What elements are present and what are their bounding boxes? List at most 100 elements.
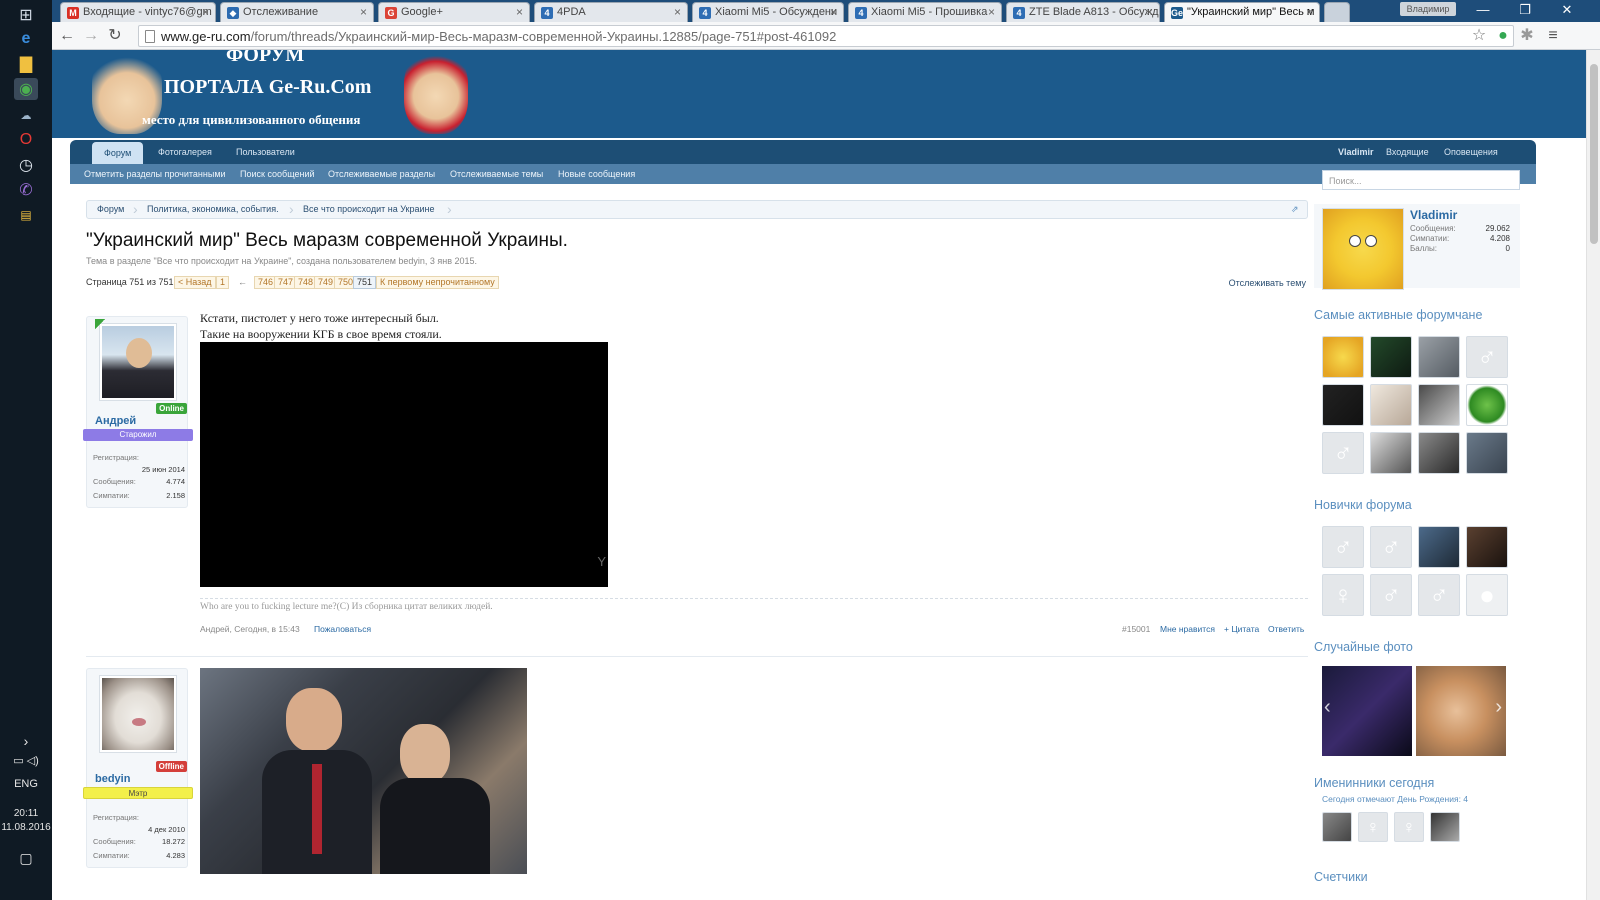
post-username[interactable]: Андрей	[95, 415, 136, 427]
male-placeholder-icon[interactable]: ♂	[1370, 574, 1412, 616]
first-unread-button[interactable]: К первому непрочитанному	[376, 276, 499, 289]
post-username[interactable]: bedyin	[95, 773, 130, 785]
subnav-watched-forums[interactable]: Отслеживаемые разделы	[328, 164, 435, 184]
subnav-watched-threads[interactable]: Отслеживаемые темы	[450, 164, 543, 184]
extension-icon[interactable]: ✱	[1516, 26, 1538, 46]
active-user-avatar[interactable]	[1322, 336, 1364, 378]
active-user-avatar[interactable]	[1370, 432, 1412, 474]
my-username[interactable]: Vladimir	[1410, 208, 1457, 222]
browser-tab[interactable]: M Входящие - vintyc76@gm ×	[60, 2, 216, 22]
bookmark-star-icon[interactable]: ☆	[1468, 26, 1490, 46]
active-user-avatar[interactable]	[1466, 384, 1508, 426]
male-placeholder-icon[interactable]: ♂	[1418, 574, 1460, 616]
active-user-avatar[interactable]	[1418, 384, 1460, 426]
tab-close-icon[interactable]: ×	[988, 5, 995, 19]
scroll-thumb[interactable]	[1590, 64, 1598, 244]
post-byline[interactable]: Андрей, Сегодня, в 15:43	[200, 624, 300, 634]
tab-forum[interactable]: Форум	[92, 142, 144, 164]
embedded-video[interactable]: Y	[200, 342, 608, 587]
tab-close-icon[interactable]: ×	[360, 5, 367, 19]
forward-arrow-icon[interactable]: →	[80, 26, 102, 46]
subnav-search-posts[interactable]: Поиск сообщений	[240, 164, 315, 184]
post-number[interactable]: #15001	[1122, 624, 1150, 634]
clock-app-icon[interactable]: ◷	[14, 154, 38, 176]
notifications-icon[interactable]: ▢	[0, 850, 52, 867]
tab-users[interactable]: Пользователи	[224, 140, 307, 164]
browser-tab[interactable]: ◆ Отслеживание ×	[220, 2, 374, 22]
explorer-icon[interactable]: ▇	[14, 53, 38, 75]
female-placeholder-icon[interactable]: ♀	[1322, 574, 1364, 616]
viber-icon[interactable]: ✆	[14, 179, 38, 201]
like-link[interactable]: Мне нравится	[1160, 624, 1215, 634]
search-input[interactable]: Поиск...	[1322, 170, 1520, 190]
reply-link[interactable]: Ответить	[1268, 624, 1304, 634]
browser-tab[interactable]: Ge "Украинский мир" Весь м ×	[1164, 2, 1320, 22]
chrome-icon[interactable]: ◉	[14, 78, 38, 100]
report-link[interactable]: Пожаловаться	[314, 624, 371, 634]
male-placeholder-icon[interactable]: ♂	[1370, 526, 1412, 568]
bday-avatar[interactable]	[1430, 812, 1460, 842]
male-placeholder-icon[interactable]: ♂	[1466, 336, 1508, 378]
pager-page-751[interactable]: 751	[353, 276, 377, 289]
tab-close-icon[interactable]: ×	[516, 5, 523, 19]
male-placeholder-icon[interactable]: ♂	[1322, 432, 1364, 474]
minimize-icon[interactable]: —	[1464, 0, 1502, 22]
edge-icon[interactable]: e	[14, 28, 38, 50]
subnav-new-posts[interactable]: Новые сообщения	[558, 164, 635, 184]
active-user-avatar[interactable]	[1370, 336, 1412, 378]
browser-tab[interactable]: 4 Xiaomi Mi5 - Прошивка ×	[848, 2, 1002, 22]
quote-link[interactable]: + Цитата	[1224, 624, 1259, 634]
crumb-politics[interactable]: Политика, экономика, события.	[147, 201, 279, 218]
cloud-icon[interactable]: ☁	[14, 104, 38, 126]
newbie-avatar[interactable]	[1418, 526, 1460, 568]
chevron-left-icon[interactable]: ‹	[1324, 696, 1331, 719]
avatar[interactable]	[99, 675, 177, 753]
crumb-ukraine[interactable]: Все что происходит на Украине	[303, 201, 434, 218]
url-input[interactable]: www.ge-ru.com/forum/threads/Украинский-м…	[138, 25, 1514, 47]
tab-photogallery[interactable]: Фотогалерея	[146, 140, 224, 164]
bday-avatar[interactable]	[1322, 812, 1352, 842]
new-tab-button[interactable]	[1324, 2, 1350, 22]
notes-icon[interactable]: ▤	[14, 204, 38, 226]
network-volume-icon[interactable]: ▭ ◁)	[0, 754, 52, 767]
windows-start-icon[interactable]: ⊞	[14, 4, 38, 26]
nav-alerts[interactable]: Оповещения	[1432, 140, 1510, 164]
tab-close-icon[interactable]: ×	[674, 5, 681, 19]
tab-close-icon[interactable]: ×	[202, 5, 209, 19]
female-placeholder-icon[interactable]: ♀	[1358, 812, 1388, 842]
chevron-right-icon[interactable]: ›	[0, 733, 52, 749]
subnav-mark-read[interactable]: Отметить разделы прочитанными	[84, 164, 226, 184]
chrome-menu-icon[interactable]: ≡	[1542, 26, 1564, 46]
browser-tab[interactable]: 4 Xiaomi Mi5 - Обсуждени ×	[692, 2, 844, 22]
restore-icon[interactable]: ❐	[1506, 0, 1544, 22]
browser-tab[interactable]: G Google+ ×	[378, 2, 530, 22]
watch-thread-link[interactable]: Отслеживать тему	[1229, 278, 1306, 288]
my-avatar[interactable]	[1322, 208, 1404, 290]
extension-grammarly-icon[interactable]: ●	[1492, 26, 1514, 46]
active-user-avatar[interactable]	[1418, 336, 1460, 378]
browser-tab[interactable]: 4 ZTE Blade A813 - Обсужд ×	[1006, 2, 1160, 22]
post-photo[interactable]	[200, 668, 527, 874]
active-user-avatar[interactable]	[1370, 384, 1412, 426]
active-user-avatar[interactable]	[1418, 432, 1460, 474]
crumb-forum[interactable]: Форум	[97, 201, 124, 218]
pager-prev-button[interactable]: < Назад	[174, 276, 216, 289]
female-placeholder-icon[interactable]: ♀	[1394, 812, 1424, 842]
newbie-avatar[interactable]	[1466, 526, 1508, 568]
tab-close-icon[interactable]: ×	[1306, 5, 1313, 19]
random-photo[interactable]: ›	[1416, 666, 1506, 756]
random-photo[interactable]: ‹	[1322, 666, 1412, 756]
close-window-icon[interactable]: ✕	[1548, 0, 1586, 22]
external-link-icon[interactable]: ⇗	[1291, 201, 1299, 218]
tab-close-icon[interactable]: ×	[1146, 5, 1153, 19]
window-user-badge[interactable]: Владимир	[1400, 2, 1456, 16]
pager-first-button[interactable]: 1	[216, 276, 230, 289]
avatar[interactable]	[99, 323, 177, 401]
browser-tab[interactable]: 4 4PDA ×	[534, 2, 688, 22]
page-scrollbar[interactable]	[1586, 50, 1600, 900]
chevron-right-icon[interactable]: ›	[1495, 696, 1502, 719]
opera-icon[interactable]: O	[14, 129, 38, 151]
pager-jump-icon[interactable]: ←	[238, 277, 247, 287]
tab-close-icon[interactable]: ×	[830, 5, 837, 19]
clock-time[interactable]: 20:11	[0, 808, 52, 819]
